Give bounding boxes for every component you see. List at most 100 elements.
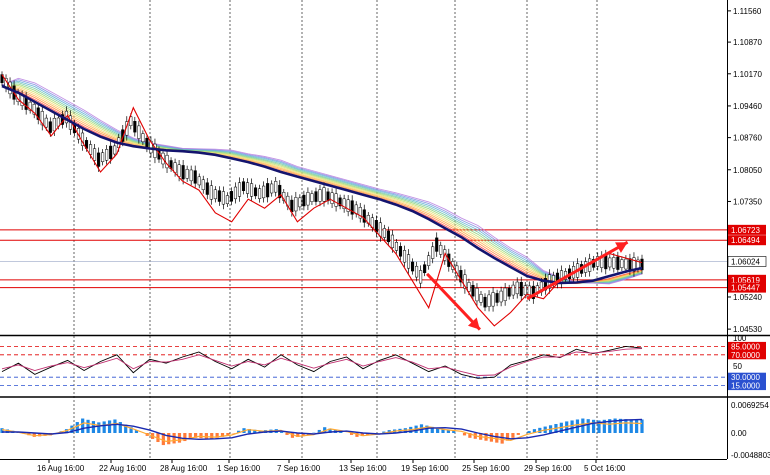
- level-price-label: 1.06494: [731, 236, 760, 245]
- histogram-bar: [167, 433, 171, 445]
- histogram-bar: [495, 433, 499, 443]
- histogram-bar: [113, 419, 117, 433]
- y-tick-label: 1.09460: [733, 102, 762, 111]
- current-price-label: 1.06024: [731, 257, 760, 266]
- candle-body: [213, 189, 217, 200]
- candle-body: [314, 191, 318, 202]
- histogram-bar: [75, 422, 79, 433]
- candle-body: [523, 285, 527, 295]
- x-tick-label: 13 Sep 16:00: [339, 464, 387, 473]
- candle-body: [189, 169, 193, 182]
- candle-body: [499, 290, 503, 303]
- candle-body: [89, 144, 93, 155]
- candle-body: [44, 117, 48, 128]
- y-tick-label: 1.07350: [733, 197, 762, 206]
- candle-body: [306, 192, 310, 206]
- candle-body: [471, 285, 475, 297]
- candle-body: [398, 246, 403, 257]
- x-tick-label: 16 Aug 16:00: [37, 464, 85, 473]
- x-tick-label: 29 Sep 16:00: [524, 464, 572, 473]
- candle-body: [491, 292, 495, 307]
- candle-body: [378, 222, 382, 237]
- histogram-bar: [172, 433, 176, 444]
- candle-body: [322, 187, 326, 202]
- candle-body: [137, 125, 141, 139]
- candle-body: [612, 257, 616, 269]
- histogram-bar: [586, 419, 590, 433]
- x-tick-label: 5 Oct 16:00: [584, 464, 626, 473]
- histogram-bar: [280, 432, 284, 433]
- histogram-bar: [591, 419, 596, 433]
- histogram-bar: [204, 433, 208, 439]
- candle-body: [330, 192, 334, 204]
- candle-body: [197, 176, 201, 186]
- candle-body: [624, 258, 628, 270]
- candle-body: [394, 242, 399, 251]
- candle-body: [254, 187, 258, 197]
- candle-body: [475, 287, 479, 302]
- candle-body: [217, 190, 221, 202]
- x-tick-label: 1 Sep 16:00: [217, 464, 261, 473]
- osc-tick-label: 50: [733, 362, 742, 371]
- x-tick-label: 7 Sep 16:00: [277, 464, 321, 473]
- candle-body: [48, 121, 52, 133]
- candle-body: [435, 237, 439, 252]
- candle-body: [427, 255, 431, 266]
- candle-body: [302, 194, 306, 207]
- candle-body: [487, 294, 491, 307]
- candle-body: [258, 188, 262, 199]
- candle-body: [318, 189, 322, 202]
- x-tick-label: 28 Aug 16:00: [160, 464, 208, 473]
- histogram-bar: [462, 433, 467, 436]
- candle-body: [52, 117, 56, 132]
- level-price-label: 1.05447: [731, 284, 760, 293]
- histogram-bar: [81, 418, 85, 433]
- histogram-bar: [107, 420, 112, 433]
- histogram-bar: [635, 419, 639, 433]
- candle-body: [93, 148, 97, 161]
- candle-body: [270, 183, 274, 194]
- candle-body: [262, 185, 266, 199]
- candle-body: [193, 170, 197, 184]
- candle-body: [402, 250, 407, 263]
- x-tick-label: 25 Sep 16:00: [462, 464, 510, 473]
- candle-body: [241, 181, 246, 191]
- candle-body: [205, 182, 209, 195]
- candle-body: [519, 282, 523, 297]
- histogram-bar: [97, 422, 101, 433]
- candle-body: [298, 197, 302, 208]
- y-tick-label: 1.10870: [733, 38, 762, 47]
- hist-tick-label: 0.0069254: [731, 401, 769, 410]
- candle-body: [266, 183, 270, 198]
- candle-body: [141, 133, 145, 143]
- candle-body: [221, 191, 225, 205]
- candle-body: [503, 287, 507, 301]
- time-axis[interactable]: 16 Aug 16:00 22 Aug 16:00 28 Aug 16:00 1 Se…: [37, 459, 626, 473]
- candle-body: [620, 259, 624, 268]
- candle-body: [419, 270, 423, 284]
- x-tick-label: 22 Aug 16:00: [99, 464, 147, 473]
- candle-body: [250, 183, 254, 197]
- candle-body: [101, 152, 105, 163]
- candle-body: [415, 265, 419, 278]
- osc-level-label: 15.0000: [731, 382, 760, 391]
- histogram-bar: [624, 419, 628, 433]
- y-tick-label: 1.10170: [733, 70, 762, 79]
- hist-tick-label: -0.0048803: [731, 451, 770, 460]
- candle-body: [390, 234, 394, 248]
- candle-body: [406, 254, 411, 269]
- candle-body: [439, 245, 443, 255]
- histogram-bar: [629, 419, 633, 433]
- candle-body: [165, 154, 169, 169]
- candle-body: [479, 294, 483, 303]
- price-axis[interactable]: 1.11560 1.10870 1.10170 1.09460 1.08760 1.080…: [727, 7, 770, 460]
- histogram-bar: [511, 433, 515, 438]
- y-tick-label: 1.05240: [733, 293, 762, 302]
- candle-body: [225, 195, 229, 204]
- candle-body: [294, 197, 298, 212]
- histogram-bar: [527, 431, 531, 433]
- candle-body: [495, 293, 499, 303]
- histogram-bar: [102, 421, 106, 433]
- candle-body: [507, 287, 511, 297]
- candle-body: [173, 162, 177, 173]
